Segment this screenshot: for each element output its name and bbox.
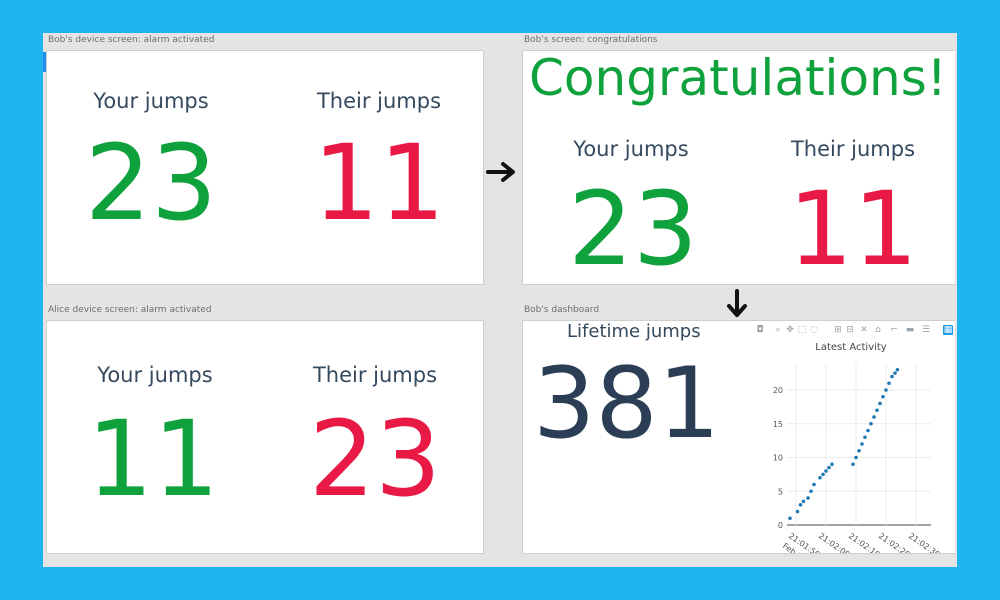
their-jumps-label: Their jumps (312, 363, 438, 387)
your-jumps-value: 23 (568, 170, 698, 285)
zoom-icon[interactable]: ⌕ (773, 325, 783, 335)
data-point (827, 465, 831, 470)
y-axis-ticks: 0 5 10 15 20 (773, 386, 783, 530)
congrats-headline: Congratulations! (529, 50, 947, 107)
plotly-logo-icon[interactable]: ▦ (943, 325, 953, 335)
data-point (872, 415, 876, 419)
panel-caption-bob-congrats: Bob's screen: congratulations (524, 35, 658, 45)
data-point (875, 408, 879, 413)
autoscale-icon[interactable]: ✕ (859, 325, 869, 335)
zoom-in-icon[interactable]: ⊞ (833, 325, 843, 335)
x-tick-label: 21:02:00 (817, 531, 852, 554)
x-tick-label: 21:02:30 (907, 531, 942, 554)
your-jumps-label: Your jumps (93, 89, 209, 113)
data-point (869, 421, 873, 426)
data-point (878, 401, 882, 406)
data-point (795, 509, 800, 514)
y-tick-label: 0 (778, 521, 783, 530)
pan-icon[interactable]: ✥ (785, 325, 795, 335)
x-tick-label: 21:02:20 (877, 531, 912, 554)
compare-icon[interactable]: ▬ (905, 325, 915, 335)
your-jumps-label: Your jumps (97, 363, 213, 387)
bob-congrats-screen: Congratulations! Your jumps Their jumps … (522, 50, 955, 285)
home-icon[interactable]: ⌂ (873, 325, 883, 335)
your-jumps-value: 23 (84, 122, 218, 244)
data-point (818, 475, 822, 480)
data-point (884, 388, 888, 392)
data-point (881, 394, 885, 399)
their-jumps-value: 11 (312, 122, 446, 244)
zoom-out-icon[interactable]: ⊟ (845, 325, 855, 335)
data-point (801, 499, 806, 504)
data-point (809, 489, 813, 494)
data-point (860, 442, 864, 446)
data-point (830, 462, 834, 467)
x-axis-ticks: 21:01:5021:02:0021:02:1021:02:2021:02:30… (781, 531, 942, 554)
data-point (866, 428, 870, 433)
bob-device-screen: Your jumps Their jumps 23 11 (46, 50, 484, 285)
x-tick-label: 21:02:10 (847, 531, 882, 554)
data-point (890, 374, 894, 379)
panel-caption-dashboard: Bob's dashboard (524, 305, 600, 315)
your-jumps-value: 11 (86, 398, 220, 520)
hover-closest-icon[interactable]: ☰ (921, 325, 931, 335)
data-point (887, 381, 891, 386)
data-point (798, 502, 803, 507)
data-point (788, 516, 792, 521)
arrow-down-icon (727, 289, 747, 317)
panel-caption-bob-device: Bob's device screen: alarm activated (48, 35, 215, 45)
box-select-icon[interactable]: ⬚ (797, 325, 807, 335)
y-tick-label: 15 (773, 420, 783, 429)
data-point (821, 472, 825, 477)
spike-icon[interactable]: ⌐ (889, 325, 899, 335)
data-point (895, 367, 900, 372)
lifetime-jumps-label: Lifetime jumps (567, 321, 701, 342)
data-point (851, 462, 855, 467)
lifetime-jumps-value: 381 (533, 347, 721, 461)
data-point (812, 482, 816, 487)
bob-dashboard: Lifetime jumps 381 ◘ ⌕ ✥ ⬚ ◌ ⊞ ⊟ ✕ ⌂ ⌐ ▬… (522, 320, 955, 554)
their-jumps-label: Their jumps (316, 89, 442, 113)
data-point (854, 455, 858, 460)
data-point (857, 448, 861, 453)
data-point (893, 371, 897, 375)
y-tick-label: 5 (778, 487, 783, 496)
y-tick-label: 20 (773, 386, 783, 395)
chart-gridlines (787, 363, 931, 526)
camera-icon[interactable]: ◘ (755, 325, 765, 335)
data-point (863, 435, 867, 440)
data-point (824, 469, 828, 473)
latest-activity-chart: Latest Activity 0 5 10 15 20 21:01:5021:02:0… (773, 342, 942, 554)
their-jumps-label: Their jumps (790, 137, 916, 161)
alice-device-screen: Your jumps Their jumps 11 23 (46, 320, 484, 554)
lasso-icon[interactable]: ◌ (809, 325, 819, 335)
chart-points (788, 367, 900, 521)
data-point (806, 496, 810, 500)
panel-caption-alice-device: Alice device screen: alarm activated (48, 305, 212, 315)
their-jumps-value: 11 (788, 170, 918, 285)
their-jumps-value: 23 (308, 398, 442, 520)
your-jumps-label: Your jumps (573, 137, 689, 161)
chart-title: Latest Activity (815, 342, 887, 353)
y-tick-label: 10 (773, 454, 783, 463)
arrow-right-icon (486, 162, 515, 182)
